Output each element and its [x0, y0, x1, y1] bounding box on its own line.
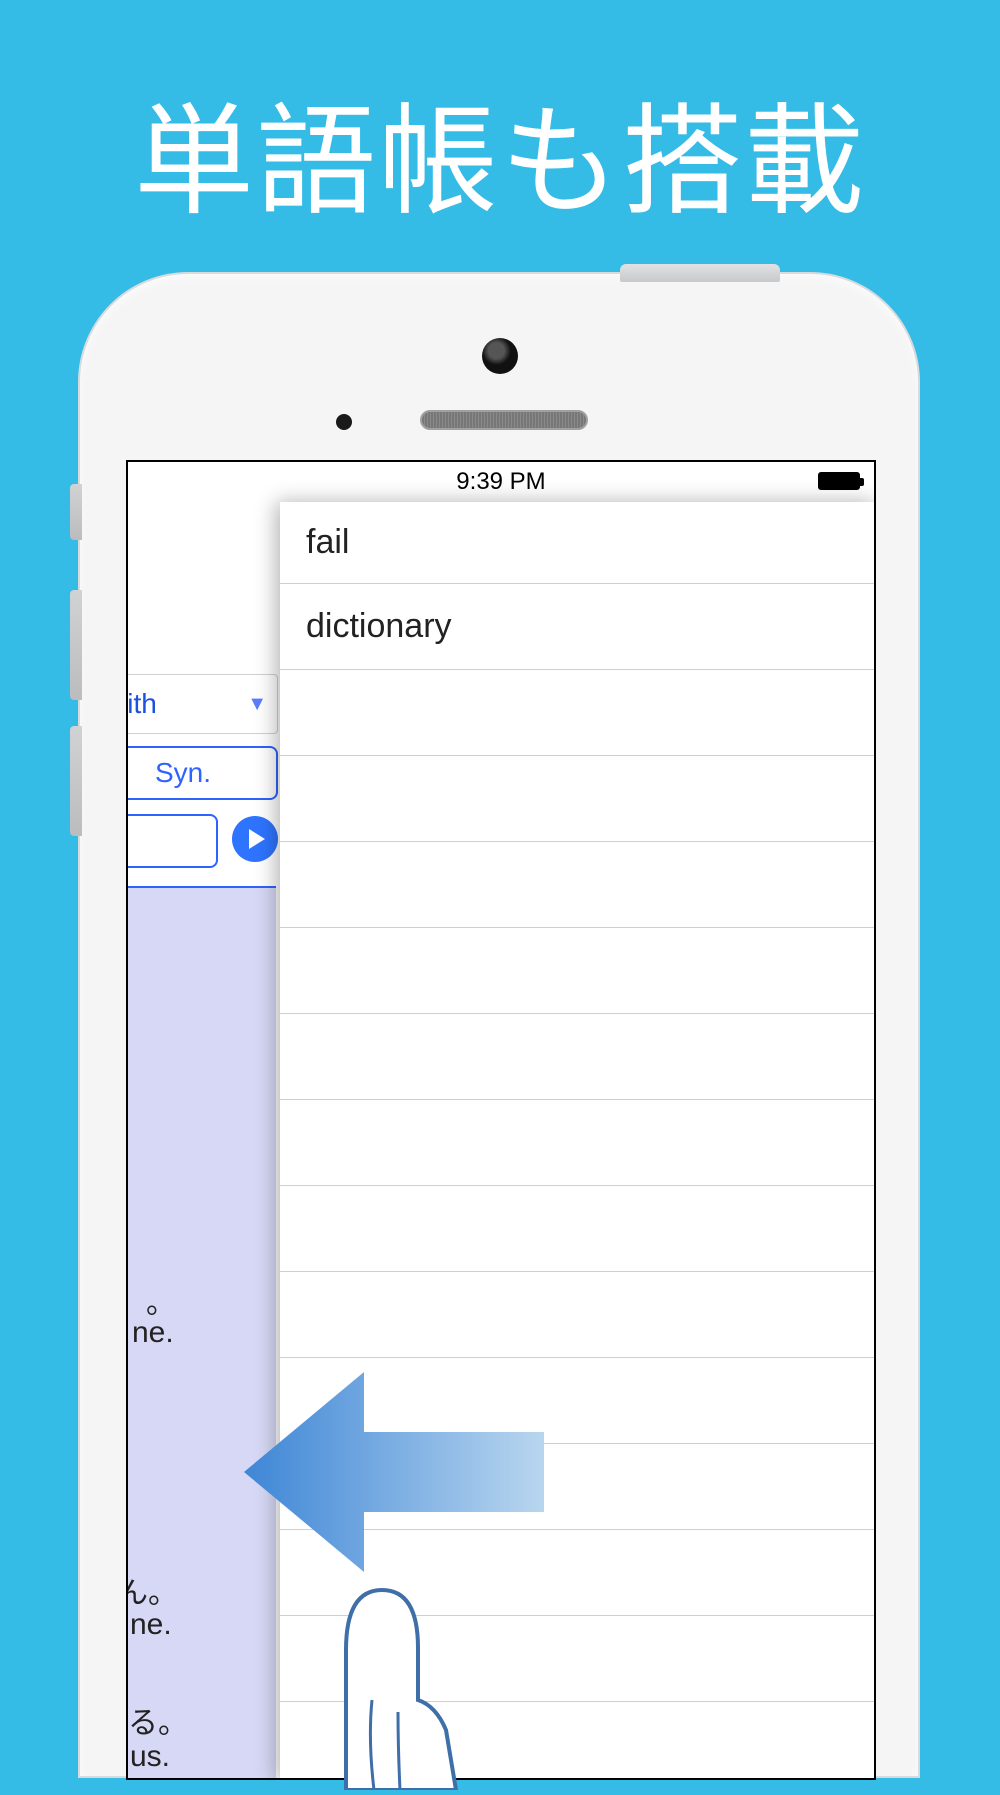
- text-input[interactable]: [126, 814, 218, 868]
- list-item[interactable]: [280, 670, 876, 756]
- list-item[interactable]: [280, 1014, 876, 1100]
- phone-device-frame: 9:39 PM with ▼ Syn. 。 ne. ん。 ne. ある。 us.…: [78, 272, 920, 1778]
- earpiece-speaker: [420, 410, 588, 430]
- list-item[interactable]: [280, 928, 876, 1014]
- play-button[interactable]: [232, 816, 278, 862]
- promo-title: 単語帳も搭載: [0, 64, 1000, 238]
- dictionary-view: with ▼ Syn. 。 ne. ん。 ne. ある。 us. たいもの us…: [128, 502, 280, 1780]
- list-item[interactable]: [280, 1444, 876, 1530]
- list-item[interactable]: [280, 1100, 876, 1186]
- panel-line: us.: [130, 1740, 170, 1774]
- chevron-down-icon: ▼: [247, 693, 267, 716]
- list-item[interactable]: [280, 756, 876, 842]
- panel-line: ある。: [126, 1698, 188, 1742]
- list-item[interactable]: [280, 842, 876, 928]
- list-item[interactable]: [280, 1272, 876, 1358]
- panel-line: ne.: [132, 1316, 174, 1350]
- battery-icon: [818, 472, 860, 490]
- synonym-label: Syn.: [155, 757, 211, 789]
- list-item[interactable]: [280, 1616, 876, 1702]
- list-item[interactable]: [280, 1530, 876, 1616]
- lock-button: [620, 264, 780, 282]
- volume-down: [70, 726, 82, 836]
- list-item[interactable]: [280, 1186, 876, 1272]
- dropdown-label: with: [126, 688, 157, 720]
- preposition-dropdown[interactable]: with ▼: [126, 674, 278, 734]
- synonym-button[interactable]: Syn.: [126, 746, 278, 800]
- list-item[interactable]: fail: [280, 502, 876, 584]
- proximity-sensor: [336, 414, 352, 430]
- phone-sensors: [80, 334, 918, 434]
- panel-line: ん。: [126, 1568, 178, 1612]
- list-item[interactable]: [280, 1358, 876, 1444]
- list-item[interactable]: [280, 1702, 876, 1780]
- word-label: fail: [306, 523, 349, 562]
- mute-switch: [70, 484, 82, 540]
- word-label: dictionary: [306, 607, 452, 646]
- list-item[interactable]: dictionary: [280, 584, 876, 670]
- front-camera: [482, 338, 518, 374]
- example-panel: 。 ne. ん。 ne. ある。 us. たいもの us.: [126, 886, 276, 1780]
- status-bar: 9:39 PM: [128, 462, 874, 502]
- wordbook-list[interactable]: fail dictionary: [280, 502, 876, 1780]
- phone-screen: 9:39 PM with ▼ Syn. 。 ne. ん。 ne. ある。 us.…: [126, 460, 876, 1780]
- panel-line: ne.: [130, 1608, 172, 1642]
- status-time: 9:39 PM: [456, 468, 545, 496]
- volume-up: [70, 590, 82, 700]
